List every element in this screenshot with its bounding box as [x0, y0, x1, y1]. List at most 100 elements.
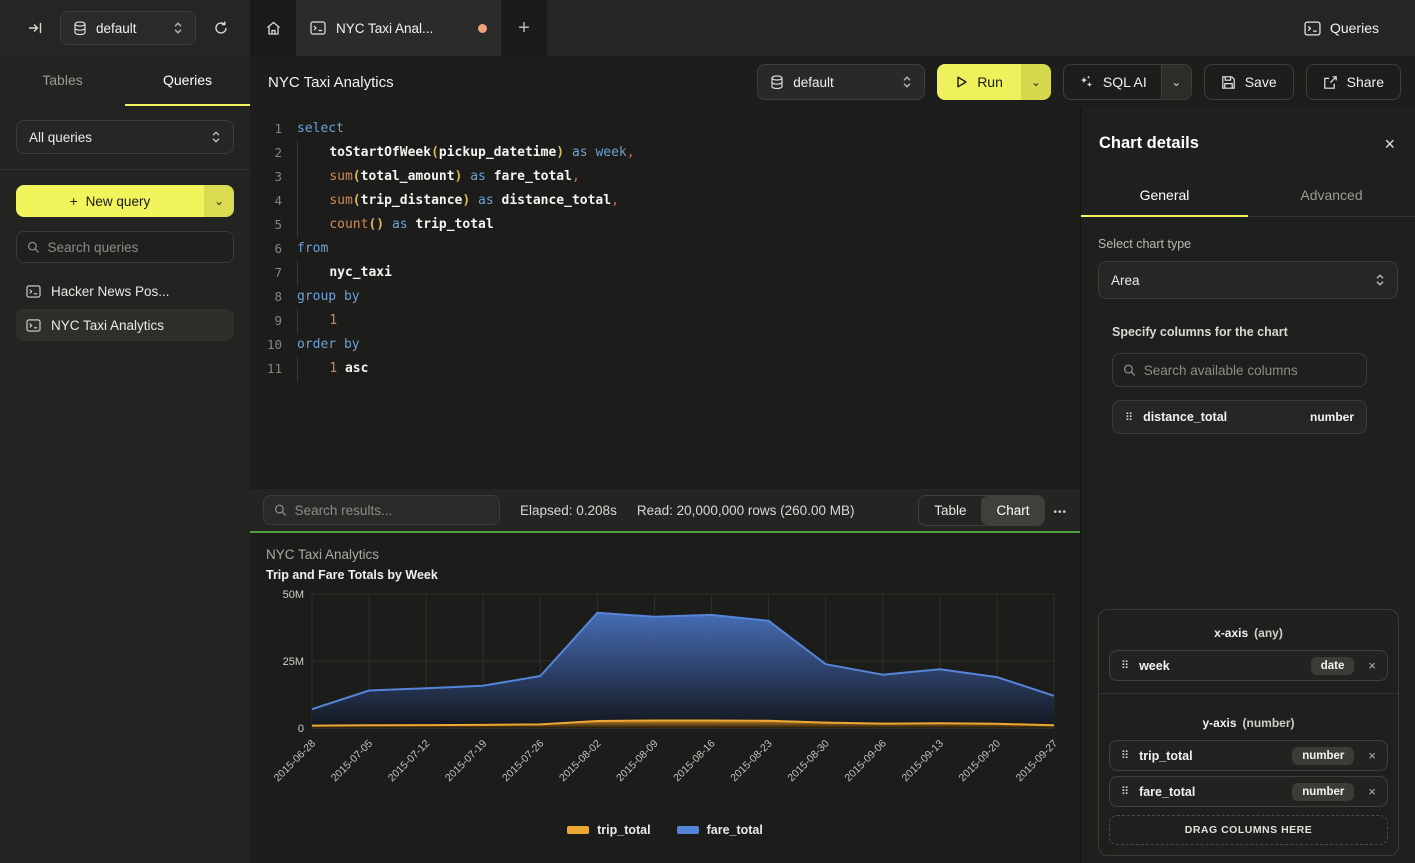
line-number: 2 [250, 141, 282, 165]
remove-column-button[interactable]: × [1364, 784, 1376, 799]
database-icon [770, 75, 784, 90]
queries-button[interactable]: Queries [1296, 14, 1387, 42]
tab-advanced[interactable]: Advanced [1248, 173, 1415, 217]
svg-text:2015-08-30: 2015-08-30 [785, 738, 832, 785]
new-query-dropdown-button[interactable]: ⌄ [204, 185, 234, 217]
columns-search-input[interactable] [1144, 363, 1356, 378]
sidebar: Tables Queries All queries + New query ⌄… [0, 56, 250, 863]
share-icon [1323, 75, 1338, 90]
legend-item-fare_total[interactable]: fare_total [677, 823, 763, 837]
save-button[interactable]: Save [1204, 64, 1294, 100]
columns-search[interactable] [1112, 353, 1367, 387]
new-query-split-button: + New query ⌄ [16, 185, 234, 217]
x-axis-hint: (any) [1254, 626, 1283, 640]
chart-type-select[interactable]: Area [1098, 261, 1398, 299]
code-line[interactable]: 11 1 asc [250, 357, 1080, 381]
search-icon [1123, 363, 1136, 377]
tab-general[interactable]: General [1081, 173, 1248, 217]
code-line[interactable]: 6from [250, 237, 1080, 261]
svg-text:2015-09-27: 2015-09-27 [1014, 738, 1061, 785]
sql-editor[interactable]: 1select2 toStartOfWeek(pickup_datetime) … [250, 108, 1080, 489]
query-list-item-nyc-taxi[interactable]: NYC Taxi Analytics [16, 309, 234, 341]
code-line[interactable]: 8group by [250, 285, 1080, 309]
query-item-label: NYC Taxi Analytics [51, 318, 164, 333]
share-button[interactable]: Share [1306, 64, 1401, 100]
query-search[interactable] [16, 231, 234, 263]
close-icon: × [1368, 784, 1376, 799]
code-line[interactable]: 9 1 [250, 309, 1080, 333]
code-line[interactable]: 4 sum(trip_distance) as distance_total, [250, 189, 1080, 213]
database-icon [73, 21, 87, 36]
available-column-distance-total[interactable]: ⠿ distance_total number [1112, 400, 1367, 434]
drag-handle-icon[interactable]: ⠿ [1121, 785, 1129, 798]
query-filter-value: All queries [29, 130, 211, 145]
more-options-button[interactable]: ••• [1053, 502, 1067, 519]
updown-chevron-icon [211, 130, 221, 144]
code-line[interactable]: 1select [250, 117, 1080, 141]
drag-handle-icon[interactable]: ⠿ [1125, 411, 1133, 424]
code-line[interactable]: 2 toStartOfWeek(pickup_datetime) as week… [250, 141, 1080, 165]
topbar-right: Queries [547, 0, 1415, 56]
code-text: sum(total_amount) as fare_total, [297, 165, 580, 189]
run-split-button: Run ⌄ [937, 64, 1051, 100]
view-toggle-chart[interactable]: Chart [981, 496, 1044, 525]
database-selector-value: default [96, 21, 164, 36]
run-database-selector[interactable]: default [757, 64, 925, 100]
y-axis-item-fare-total[interactable]: ⠿ fare_total number × [1109, 776, 1388, 807]
tab-strip: NYC Taxi Anal... + [250, 0, 547, 56]
query-search-input[interactable] [48, 240, 223, 255]
y-axis-header: y-axis(number) [1109, 706, 1388, 740]
code-line[interactable]: 10order by [250, 333, 1080, 357]
code-lines: 1select2 toStartOfWeek(pickup_datetime) … [250, 117, 1080, 381]
query-list-item-hacker-news[interactable]: Hacker News Pos... [16, 275, 234, 307]
sql-ai-dropdown-button[interactable]: ⌄ [1161, 65, 1191, 99]
code-line[interactable]: 3 sum(total_amount) as fare_total, [250, 165, 1080, 189]
remove-column-button[interactable]: × [1364, 658, 1376, 673]
queries-button-label: Queries [1330, 20, 1379, 36]
legend-item-trip_total[interactable]: trip_total [567, 823, 650, 837]
results-chart[interactable]: 025M50M2015-06-282015-07-052015-07-12201… [266, 588, 1064, 816]
sidebar-divider [0, 169, 250, 170]
tab-tables[interactable]: Tables [0, 56, 125, 106]
svg-text:2015-08-02: 2015-08-02 [557, 738, 604, 785]
svg-text:2015-06-28: 2015-06-28 [272, 738, 319, 785]
close-panel-button[interactable]: × [1384, 135, 1395, 153]
results-search-input[interactable] [295, 503, 489, 518]
code-text: 1 [297, 309, 337, 333]
collapse-sidebar-button[interactable] [20, 13, 50, 43]
tab-queries[interactable]: Queries [125, 56, 250, 106]
run-dropdown-button[interactable]: ⌄ [1021, 64, 1051, 100]
run-database-value: default [793, 75, 893, 90]
run-button[interactable]: Run [937, 64, 1021, 100]
sql-ai-button[interactable]: SQL AI [1064, 65, 1161, 99]
code-line[interactable]: 5 count() as trip_total [250, 213, 1080, 237]
code-line[interactable]: 7 nyc_taxi [250, 261, 1080, 285]
chart-type-section: Select chart type Area [1081, 217, 1415, 299]
remove-column-button[interactable]: × [1364, 748, 1376, 763]
sparkles-icon [1078, 74, 1094, 90]
new-tab-button[interactable]: + [501, 0, 547, 56]
play-icon [955, 75, 968, 89]
refresh-button[interactable] [206, 13, 236, 43]
new-query-button[interactable]: + New query [16, 185, 204, 217]
y-axis-item-trip-total[interactable]: ⠿ trip_total number × [1109, 740, 1388, 771]
line-number: 7 [250, 261, 282, 285]
results-search[interactable] [263, 495, 500, 525]
drag-handle-icon[interactable]: ⠿ [1121, 659, 1129, 672]
elapsed-stat: Elapsed: 0.208s [520, 503, 617, 518]
tab-nyc-taxi-analytics[interactable]: NYC Taxi Anal... [296, 0, 501, 56]
x-axis-item-week[interactable]: ⠿ week date × [1109, 650, 1388, 681]
view-toggle-table[interactable]: Table [919, 496, 981, 525]
plus-icon: + [70, 194, 78, 209]
collapse-sidebar-icon [27, 20, 43, 36]
query-filter-select[interactable]: All queries [16, 120, 234, 154]
query-list: Hacker News Pos... NYC Taxi Analytics [16, 275, 234, 341]
database-selector[interactable]: default [60, 11, 196, 45]
drag-handle-icon[interactable]: ⠿ [1121, 749, 1129, 762]
line-number: 9 [250, 309, 282, 333]
axis-column-name: fare_total [1139, 785, 1282, 799]
sql-ai-label: SQL AI [1103, 74, 1147, 90]
home-button[interactable] [250, 0, 296, 56]
drop-zone[interactable]: DRAG COLUMNS HERE [1109, 815, 1388, 845]
svg-text:2015-07-26: 2015-07-26 [500, 738, 547, 785]
